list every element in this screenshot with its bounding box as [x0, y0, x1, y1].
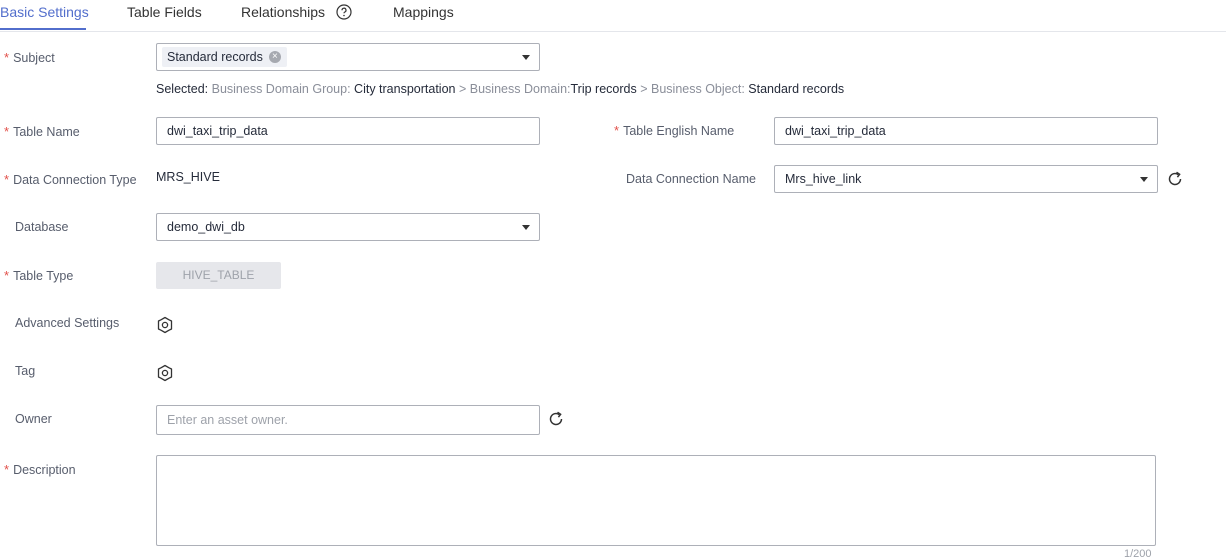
table-name-value: dwi_taxi_trip_data	[167, 124, 268, 138]
gear-icon[interactable]	[155, 315, 175, 335]
subject-select[interactable]: Standard records ×	[156, 43, 540, 71]
subject-chip: Standard records ×	[162, 47, 287, 67]
tab-basic-settings[interactable]: Basic Settings	[0, 4, 89, 20]
description-char-counter: 1/200	[1124, 548, 1152, 560]
tab-table-fields[interactable]: Table Fields	[127, 4, 202, 20]
description-label: * Description	[4, 462, 76, 477]
required-mark: *	[4, 50, 10, 65]
clear-icon[interactable]: ×	[268, 51, 281, 63]
tab-relationships[interactable]: Relationships	[241, 4, 325, 20]
data-connection-name-value: Mrs_hive_link	[785, 172, 862, 186]
table-name-input[interactable]: dwi_taxi_trip_data	[156, 117, 540, 145]
database-label: Database	[15, 220, 69, 234]
database-value: demo_dwi_db	[167, 220, 245, 234]
owner-input[interactable]: Enter an asset owner.	[156, 405, 540, 435]
data-connection-type-value: MRS_HIVE	[156, 170, 220, 184]
owner-placeholder: Enter an asset owner.	[167, 413, 288, 427]
refresh-icon[interactable]	[546, 409, 566, 429]
table-english-name-label: * Table English Name	[614, 123, 735, 138]
tag-label: Tag	[15, 364, 36, 378]
active-tab-indicator	[0, 28, 86, 30]
selected-path: Selected: Business Domain Group: City tr…	[156, 82, 845, 96]
chevron-down-icon[interactable]	[522, 225, 530, 230]
table-english-name-value: dwi_taxi_trip_data	[785, 124, 886, 138]
refresh-icon[interactable]	[1165, 169, 1185, 189]
owner-label: Owner	[15, 412, 52, 426]
gear-icon[interactable]	[155, 363, 175, 383]
description-textarea[interactable]	[156, 455, 1156, 546]
help-icon[interactable]	[336, 4, 352, 20]
chevron-down-icon[interactable]	[522, 55, 530, 60]
database-select[interactable]: demo_dwi_db	[156, 213, 540, 241]
data-connection-name-select[interactable]: Mrs_hive_link	[774, 165, 1158, 193]
chevron-down-icon[interactable]	[1140, 177, 1148, 182]
subject-label: * Subject	[4, 50, 55, 65]
table-type-label: * Table Type	[4, 268, 74, 283]
tab-bar: Basic Settings Table Fields Relationship…	[0, 0, 1226, 32]
table-name-label: * Table Name	[4, 124, 80, 139]
table-type-field: HIVE_TABLE	[156, 262, 281, 289]
data-connection-type-label: * Data Connection Type	[4, 172, 137, 187]
data-connection-name-label: Data Connection Name	[626, 172, 756, 186]
tab-mappings[interactable]: Mappings	[393, 4, 454, 20]
advanced-settings-label: Advanced Settings	[15, 316, 120, 330]
table-english-name-input[interactable]: dwi_taxi_trip_data	[774, 117, 1158, 145]
subject-chip-label: Standard records	[167, 50, 263, 64]
